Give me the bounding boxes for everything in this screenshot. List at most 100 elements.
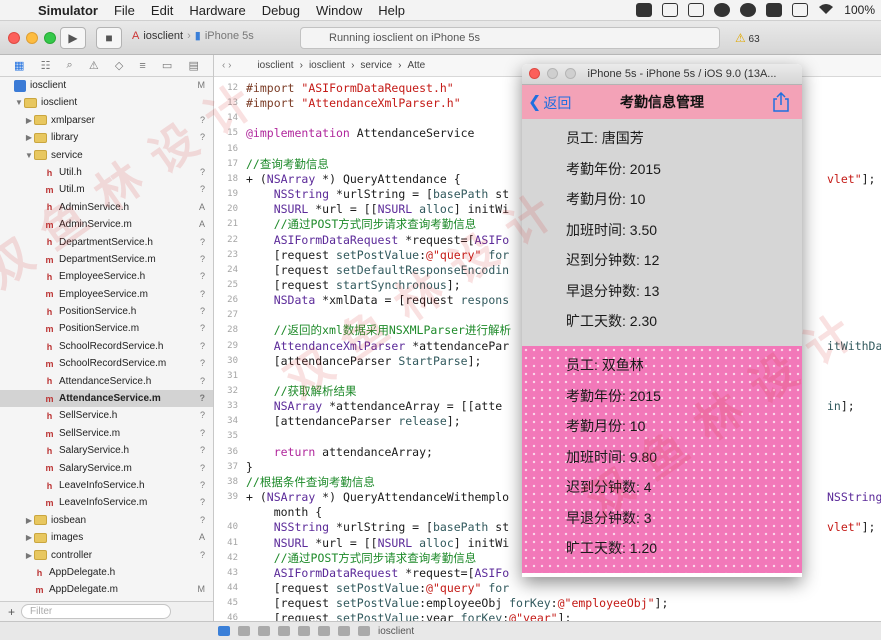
tree-file[interactable]: h EmployeeService.h? bbox=[0, 268, 213, 285]
disclosure-closed-icon[interactable]: ▶ bbox=[24, 547, 34, 564]
tree-file[interactable]: iosclient M bbox=[0, 77, 213, 94]
add-file-icon[interactable]: + bbox=[8, 605, 15, 619]
jumpbar-item-project[interactable]: iosclient bbox=[257, 60, 293, 71]
console-toggle-icon[interactable] bbox=[218, 626, 230, 636]
tree-file[interactable]: m AdminService.m A bbox=[0, 216, 213, 233]
code-line[interactable]: //通过POST方式同步请求查询考勤信息 bbox=[246, 217, 477, 231]
view-debugger-icon[interactable] bbox=[338, 626, 350, 636]
search-tab-icon[interactable]: ⌕ bbox=[67, 59, 73, 72]
code-line[interactable]: [request setDefaultResponseEncodin bbox=[246, 263, 509, 277]
tree-file[interactable]: h DepartmentService.h? bbox=[0, 234, 213, 251]
code-line-overflow[interactable]: vlet"]; bbox=[827, 172, 875, 186]
tree-file[interactable]: m PositionService.m? bbox=[0, 320, 213, 337]
menu-app-name[interactable]: Simulator bbox=[30, 0, 106, 21]
tree-folder[interactable]: ▶ xmlparser? bbox=[0, 112, 213, 129]
simulator-titlebar[interactable]: iPhone 5s - iPhone 5s / iOS 9.0 (13A... bbox=[522, 64, 802, 85]
tree-file[interactable]: h SchoolRecordService.h? bbox=[0, 338, 213, 355]
code-line[interactable]: //获取解析结果 bbox=[246, 384, 357, 398]
tree-folder[interactable]: ▶ library? bbox=[0, 129, 213, 146]
attendance-record[interactable]: 员工: 唐国芳 考勤年份: 2015 考勤月份: 10 加班时间: 3.50 迟… bbox=[522, 119, 802, 346]
code-line[interactable]: [request setPostValue:employeeObj forKey… bbox=[246, 596, 669, 610]
zoom-window-button[interactable] bbox=[44, 32, 56, 44]
simulator-close-button[interactable] bbox=[529, 68, 540, 79]
minimize-window-button[interactable] bbox=[26, 32, 38, 44]
tree-file[interactable]: m AppDelegate.m M bbox=[0, 581, 213, 598]
tree-file[interactable]: m Util.m? bbox=[0, 181, 213, 198]
code-line[interactable]: NSString *urlString = [basePath st bbox=[246, 187, 509, 201]
filter-input[interactable]: Filter bbox=[21, 604, 172, 619]
code-line-overflow[interactable]: NSString * bbox=[827, 490, 881, 504]
breakpoints-toggle-icon[interactable] bbox=[238, 626, 250, 636]
simulator-zoom-button[interactable] bbox=[565, 68, 576, 79]
disclosure-open-icon[interactable]: ▼ bbox=[14, 94, 24, 111]
disclosure-closed-icon[interactable]: ▶ bbox=[24, 529, 34, 546]
menu-hardware[interactable]: Hardware bbox=[181, 0, 253, 21]
step-over-icon[interactable] bbox=[278, 626, 290, 636]
issue-tab-icon[interactable]: ⚠ bbox=[89, 59, 99, 72]
jumpbar-item-group[interactable]: iosclient bbox=[309, 60, 345, 71]
tree-file[interactable]: m LeaveInfoService.m? bbox=[0, 494, 213, 511]
tree-file[interactable]: h Util.h? bbox=[0, 164, 213, 181]
code-line[interactable]: #import "AttendanceXmlParser.h" bbox=[246, 96, 461, 110]
simulator-minimize-button[interactable] bbox=[547, 68, 558, 79]
code-line[interactable]: @implementation AttendanceService bbox=[246, 126, 474, 140]
stop-button[interactable]: ■ bbox=[96, 27, 122, 49]
jumpbar-item-file[interactable]: Atte bbox=[407, 60, 425, 71]
tree-folder[interactable]: ▶ controller? bbox=[0, 547, 213, 564]
code-line[interactable]: [request startSynchronous]; bbox=[246, 278, 461, 292]
code-line[interactable]: ASIFormDataRequest *request=[ASIFo bbox=[246, 233, 509, 247]
tree-file[interactable]: m SalaryService.m? bbox=[0, 460, 213, 477]
close-window-button[interactable] bbox=[8, 32, 20, 44]
tree-file[interactable]: m SchoolRecordService.m? bbox=[0, 355, 213, 372]
jumpbar-item-folder[interactable]: service bbox=[360, 60, 392, 71]
code-line[interactable]: ASIFormDataRequest *request=[ASIFo bbox=[246, 566, 509, 580]
run-button[interactable]: ▶ bbox=[60, 27, 86, 49]
menu-help[interactable]: Help bbox=[370, 0, 413, 21]
scheme-selector[interactable]: A iosclient › ▮ iPhone 5s bbox=[132, 29, 254, 43]
folder-tab-icon[interactable]: ▦ bbox=[14, 59, 24, 72]
tree-folder[interactable]: ▶ iosbean? bbox=[0, 512, 213, 529]
code-line-overflow[interactable]: vlet"]; bbox=[827, 520, 875, 534]
code-line[interactable]: + (NSArray *) QueryAttendance { bbox=[246, 172, 461, 186]
menu-file[interactable]: File bbox=[106, 0, 143, 21]
pause-icon[interactable] bbox=[258, 626, 270, 636]
code-line-overflow[interactable]: in]; bbox=[827, 399, 855, 413]
book-tray-icon[interactable] bbox=[766, 3, 783, 17]
nav-arrows-icon[interactable]: ‹ › bbox=[222, 60, 231, 71]
tree-folder[interactable]: ▶ images A bbox=[0, 529, 213, 546]
tree-file[interactable]: m SellService.m? bbox=[0, 425, 213, 442]
tree-file[interactable]: h SellService.h? bbox=[0, 407, 213, 424]
tree-file[interactable]: m AttendanceService.m? bbox=[0, 390, 213, 408]
step-into-icon[interactable] bbox=[298, 626, 310, 636]
breakpoint-tab-icon[interactable]: ▭ bbox=[162, 59, 172, 72]
warning-indicator[interactable]: ⚠ 63 bbox=[735, 31, 760, 45]
tree-file[interactable]: h SalaryService.h? bbox=[0, 442, 213, 459]
code-line[interactable]: #import "ASIFormDataRequest.h" bbox=[246, 81, 454, 95]
tree-file[interactable]: h PositionService.h? bbox=[0, 303, 213, 320]
code-line[interactable]: //返回的xml数据采用NSXMLParser进行解析 bbox=[246, 323, 511, 337]
menu-edit[interactable]: Edit bbox=[143, 0, 181, 21]
disclosure-closed-icon[interactable]: ▶ bbox=[24, 112, 34, 129]
tree-file[interactable]: h AdminService.h A bbox=[0, 199, 213, 216]
code-line[interactable]: //通过POST方式同步请求查询考勤信息 bbox=[246, 551, 477, 565]
tree-folder[interactable]: ▼ service bbox=[0, 147, 213, 164]
tree-file[interactable]: h LeaveInfoService.h? bbox=[0, 477, 213, 494]
app-tray-icon[interactable] bbox=[636, 3, 653, 17]
code-line[interactable]: [attendanceParser StartParse]; bbox=[246, 354, 482, 368]
qq-icon[interactable] bbox=[740, 3, 757, 17]
code-line-overflow[interactable]: itWithData:: bbox=[827, 339, 881, 353]
code-line[interactable]: //根据条件查询考勤信息 bbox=[246, 475, 375, 489]
battery-widget-icon[interactable] bbox=[688, 3, 705, 17]
code-line[interactable]: + (NSArray *) QueryAttendanceWithemplo bbox=[246, 490, 509, 504]
code-line[interactable]: NSData *xmlData = [request respons bbox=[246, 293, 509, 307]
code-line[interactable]: [request setPostValue:year forKey:@"year… bbox=[246, 611, 572, 621]
back-button[interactable]: ❮ 返回 bbox=[528, 93, 571, 113]
code-line[interactable]: NSString *urlString = [basePath st bbox=[246, 520, 509, 534]
disclosure-closed-icon[interactable]: ▶ bbox=[24, 512, 34, 529]
code-line[interactable]: AttendanceXmlParser *attendancePar bbox=[246, 339, 509, 353]
tree-file[interactable]: m DepartmentService.m? bbox=[0, 251, 213, 268]
code-line[interactable]: } bbox=[246, 460, 253, 474]
code-line[interactable]: NSArray *attendanceArray = [[atte bbox=[246, 399, 502, 413]
attendance-record[interactable]: 员工: 双鱼林 考勤年份: 2015 考勤月份: 10 加班时间: 9.80 迟… bbox=[522, 346, 802, 573]
debug-tab-icon[interactable]: ≡ bbox=[139, 60, 145, 72]
